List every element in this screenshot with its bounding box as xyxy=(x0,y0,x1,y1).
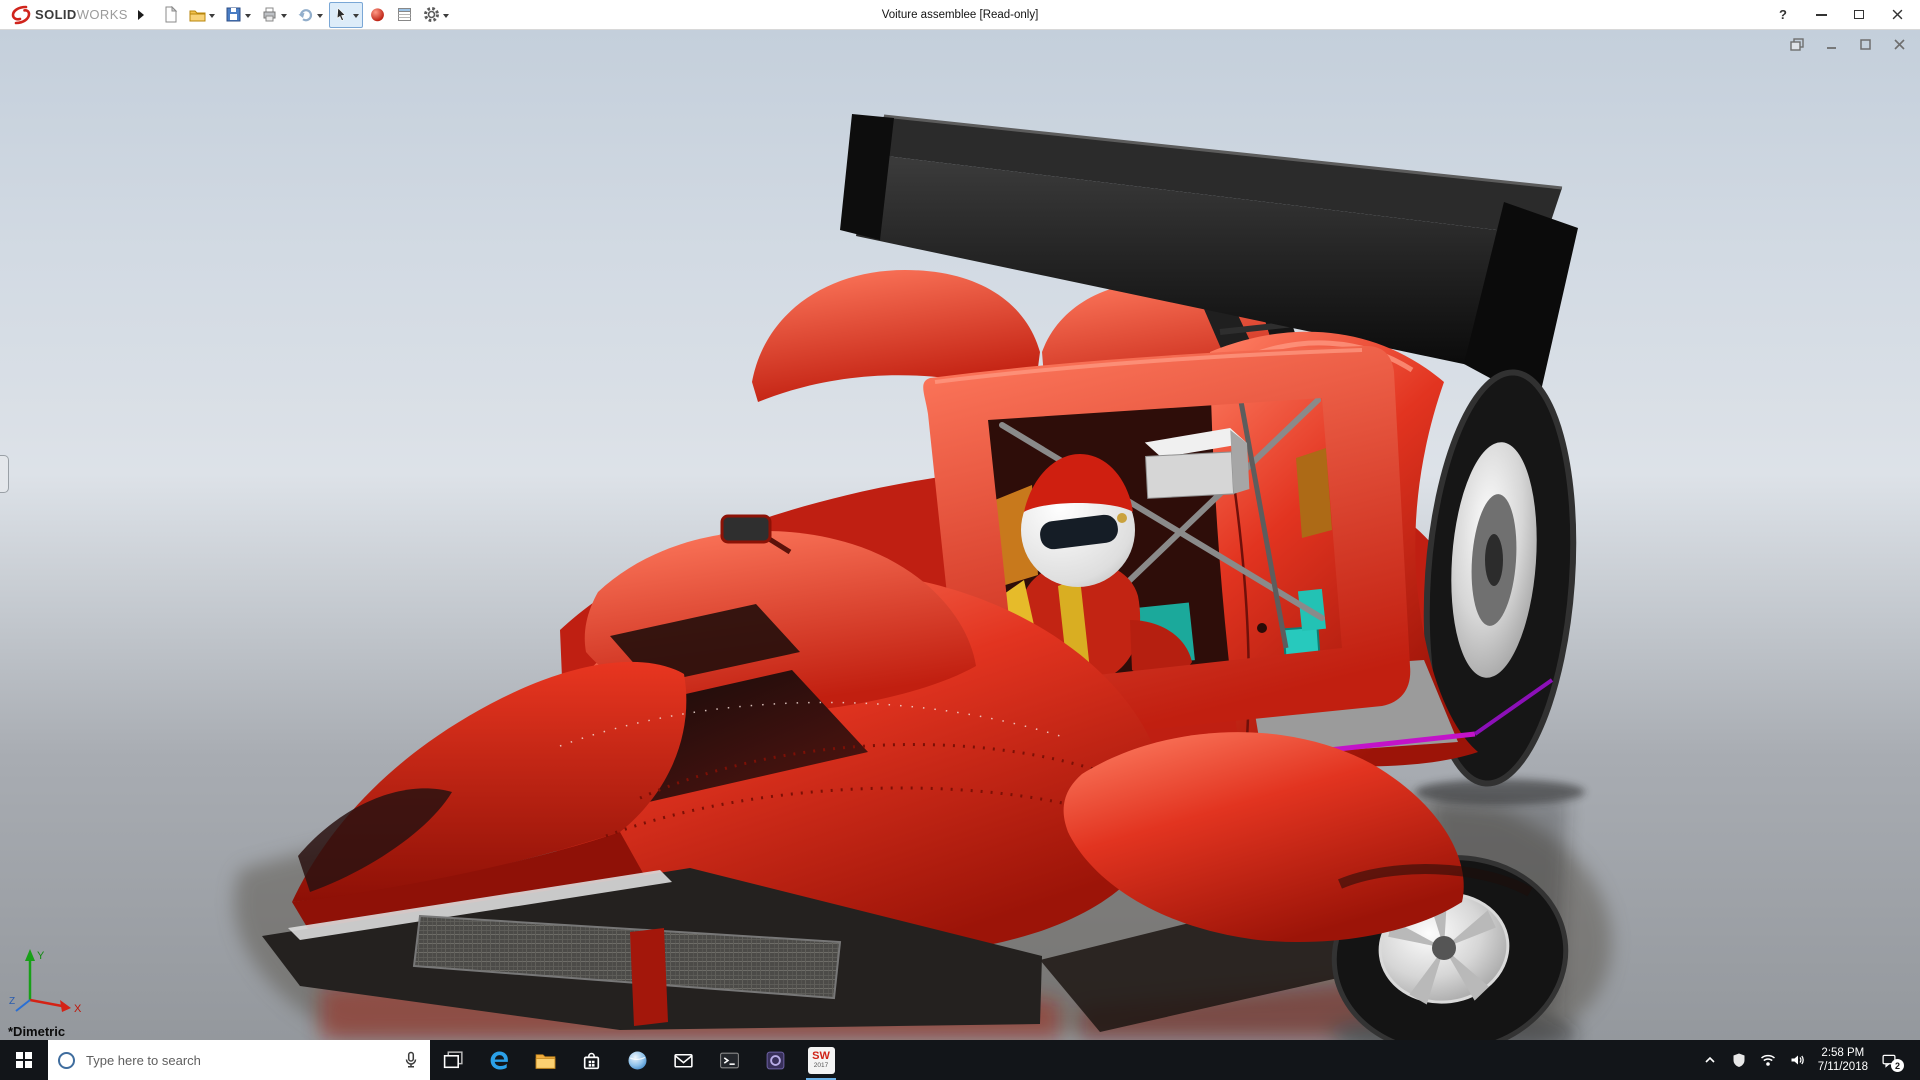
triad-x-label: X xyxy=(74,1003,82,1015)
microphone-icon[interactable] xyxy=(402,1051,420,1069)
doc-maximize-button[interactable] xyxy=(1856,36,1874,52)
tray-overflow-button[interactable] xyxy=(1702,1052,1718,1068)
browser-button[interactable] xyxy=(614,1040,660,1080)
appearance-sphere-icon xyxy=(369,6,386,23)
mail-icon xyxy=(672,1049,695,1072)
clock-time: 2:58 PM xyxy=(1821,1046,1864,1060)
maximize-icon xyxy=(1854,10,1864,19)
security-tray-button[interactable] xyxy=(1731,1052,1747,1068)
dassault-logo-icon xyxy=(10,5,32,25)
file-explorer-button[interactable] xyxy=(522,1040,568,1080)
select-tool-button[interactable] xyxy=(329,2,363,28)
options-button[interactable] xyxy=(419,2,453,28)
brand-solid: SOLID xyxy=(35,7,77,22)
minimize-icon xyxy=(1825,38,1838,51)
new-document-icon xyxy=(162,6,179,23)
taskbar-clock[interactable]: 2:58 PM 7/11/2018 xyxy=(1818,1046,1868,1074)
minimize-button[interactable] xyxy=(1802,0,1840,29)
notification-badge: 2 xyxy=(1891,1059,1904,1072)
store-bag-icon xyxy=(580,1049,603,1072)
quick-access-toolbar xyxy=(158,2,453,28)
select-cursor-icon xyxy=(333,6,350,23)
task-view-icon xyxy=(442,1049,465,1072)
undo-dropdown-caret[interactable] xyxy=(317,14,323,18)
print-button[interactable] xyxy=(257,2,291,28)
undo-button[interactable] xyxy=(293,2,327,28)
open-dropdown-caret[interactable] xyxy=(209,14,215,18)
assembly-3d-view[interactable] xyxy=(0,30,1920,1040)
chevron-up-icon xyxy=(1702,1052,1718,1068)
save-icon xyxy=(225,6,242,23)
select-dropdown-caret[interactable] xyxy=(353,14,359,18)
wifi-icon xyxy=(1760,1052,1776,1068)
triad-z-label: Z xyxy=(9,996,15,1007)
print-dropdown-caret[interactable] xyxy=(281,14,287,18)
app-icon xyxy=(764,1049,787,1072)
doc-restore-button[interactable] xyxy=(1788,36,1806,52)
store-button[interactable] xyxy=(568,1040,614,1080)
system-tray: 2:58 PM 7/11/2018 2 xyxy=(1702,1040,1920,1080)
close-icon xyxy=(1892,9,1903,20)
save-dropdown-caret[interactable] xyxy=(245,14,251,18)
feature-panel-collapsed-tab[interactable] xyxy=(0,455,9,493)
gear-icon xyxy=(423,6,440,23)
view-settings-button[interactable] xyxy=(392,2,417,28)
edge-icon xyxy=(488,1049,511,1072)
minimize-icon xyxy=(1816,14,1827,16)
save-button[interactable] xyxy=(221,2,255,28)
solidworks-logo: SOLIDWORKS xyxy=(4,5,128,25)
undo-icon xyxy=(297,6,314,23)
action-center-button[interactable]: 2 xyxy=(1881,1052,1897,1068)
app-button[interactable] xyxy=(752,1040,798,1080)
volume-icon xyxy=(1789,1052,1805,1068)
task-view-button[interactable] xyxy=(430,1040,476,1080)
open-folder-icon xyxy=(189,6,206,23)
search-input[interactable] xyxy=(84,1052,393,1069)
appearance-button[interactable] xyxy=(365,2,390,28)
graphics-area: Y X Z *Dimetric xyxy=(0,30,1920,1040)
browser-globe-icon xyxy=(626,1049,649,1072)
file-explorer-icon xyxy=(534,1049,557,1072)
taskbar-search[interactable] xyxy=(48,1040,430,1080)
edge-browser-button[interactable] xyxy=(476,1040,522,1080)
solidworks-app-button[interactable]: SW 2017 xyxy=(798,1040,844,1080)
new-document-button[interactable] xyxy=(158,2,183,28)
maximize-button[interactable] xyxy=(1840,0,1878,29)
shield-icon xyxy=(1731,1052,1747,1068)
restore-icon xyxy=(1790,38,1805,51)
open-button[interactable] xyxy=(185,2,219,28)
close-button[interactable] xyxy=(1878,0,1916,29)
doc-minimize-button[interactable] xyxy=(1822,36,1840,52)
options-dropdown-caret[interactable] xyxy=(443,14,449,18)
windows-logo-icon xyxy=(16,1052,32,1068)
brand-works: WORKS xyxy=(77,7,128,22)
print-icon xyxy=(261,6,278,23)
volume-tray-button[interactable] xyxy=(1789,1052,1805,1068)
clock-date: 7/11/2018 xyxy=(1818,1060,1868,1074)
view-orientation-label: *Dimetric xyxy=(8,1024,65,1039)
start-button[interactable] xyxy=(0,1040,48,1080)
terminal-button[interactable] xyxy=(706,1040,752,1080)
orientation-triad: Y X Z xyxy=(8,942,92,1016)
solidworks-app-icon: SW 2017 xyxy=(808,1047,835,1074)
windows-taskbar: SW 2017 2:58 PM 7/11/2018 2 xyxy=(0,1040,1920,1080)
commandmanager-flyout-arrow[interactable] xyxy=(138,10,144,20)
document-window-controls xyxy=(1788,36,1908,52)
help-button[interactable]: ? xyxy=(1764,0,1802,29)
cortana-icon xyxy=(58,1052,75,1069)
document-properties-icon xyxy=(396,6,413,23)
network-tray-button[interactable] xyxy=(1760,1052,1776,1068)
triad-y-label: Y xyxy=(37,950,45,962)
terminal-icon xyxy=(718,1049,741,1072)
doc-close-button[interactable] xyxy=(1890,36,1908,52)
close-icon xyxy=(1893,38,1906,51)
titlebar: SOLIDWORKS xyxy=(0,0,1920,30)
maximize-icon xyxy=(1859,38,1872,51)
mail-button[interactable] xyxy=(660,1040,706,1080)
